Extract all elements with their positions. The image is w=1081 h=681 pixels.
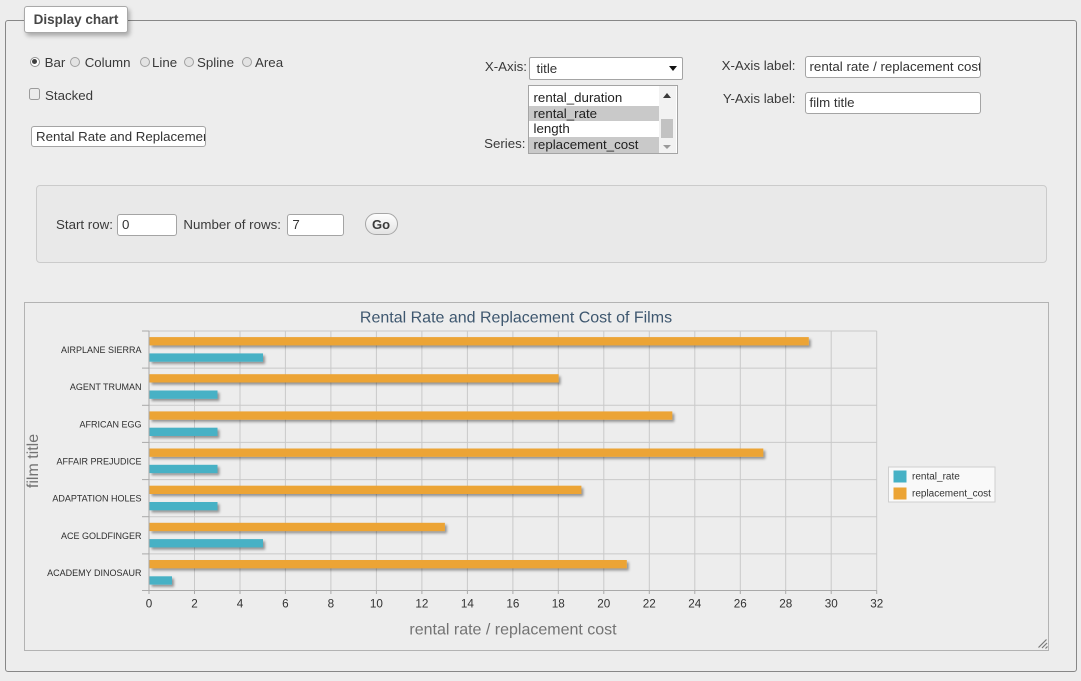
svg-text:14: 14 <box>461 598 475 611</box>
svg-text:film title: film title <box>25 434 42 488</box>
svg-text:24: 24 <box>688 598 702 611</box>
svg-text:4: 4 <box>237 598 244 611</box>
svg-text:32: 32 <box>870 598 883 611</box>
svg-text:2: 2 <box>191 598 198 611</box>
svg-text:26: 26 <box>734 598 747 611</box>
svg-text:20: 20 <box>597 598 611 611</box>
svg-text:8: 8 <box>328 598 335 611</box>
svg-text:ACE GOLDFINGER: ACE GOLDFINGER <box>61 531 142 541</box>
svg-text:28: 28 <box>779 598 792 611</box>
svg-text:22: 22 <box>643 598 656 611</box>
svg-text:replacement_cost: replacement_cost <box>912 489 991 500</box>
svg-text:AGENT TRUMAN: AGENT TRUMAN <box>70 382 142 392</box>
svg-text:AIRPLANE SIERRA: AIRPLANE SIERRA <box>61 345 142 355</box>
svg-text:Rental Rate and Replacement Co: Rental Rate and Replacement Cost of Film… <box>360 310 672 327</box>
svg-text:6: 6 <box>282 598 289 611</box>
svg-text:ACADEMY DINOSAUR: ACADEMY DINOSAUR <box>47 568 142 578</box>
svg-text:18: 18 <box>552 598 565 611</box>
svg-text:AFRICAN EGG: AFRICAN EGG <box>79 419 141 429</box>
svg-text:10: 10 <box>370 598 384 611</box>
svg-text:AFFAIR PREJUDICE: AFFAIR PREJUDICE <box>56 457 141 467</box>
svg-text:16: 16 <box>506 598 519 611</box>
svg-text:12: 12 <box>415 598 428 611</box>
svg-text:ADAPTATION HOLES: ADAPTATION HOLES <box>52 494 141 504</box>
svg-text:rental rate / replacement cost: rental rate / replacement cost <box>409 622 617 639</box>
svg-text:rental_rate: rental_rate <box>912 472 960 483</box>
svg-text:0: 0 <box>146 598 153 611</box>
svg-text:30: 30 <box>825 598 839 611</box>
